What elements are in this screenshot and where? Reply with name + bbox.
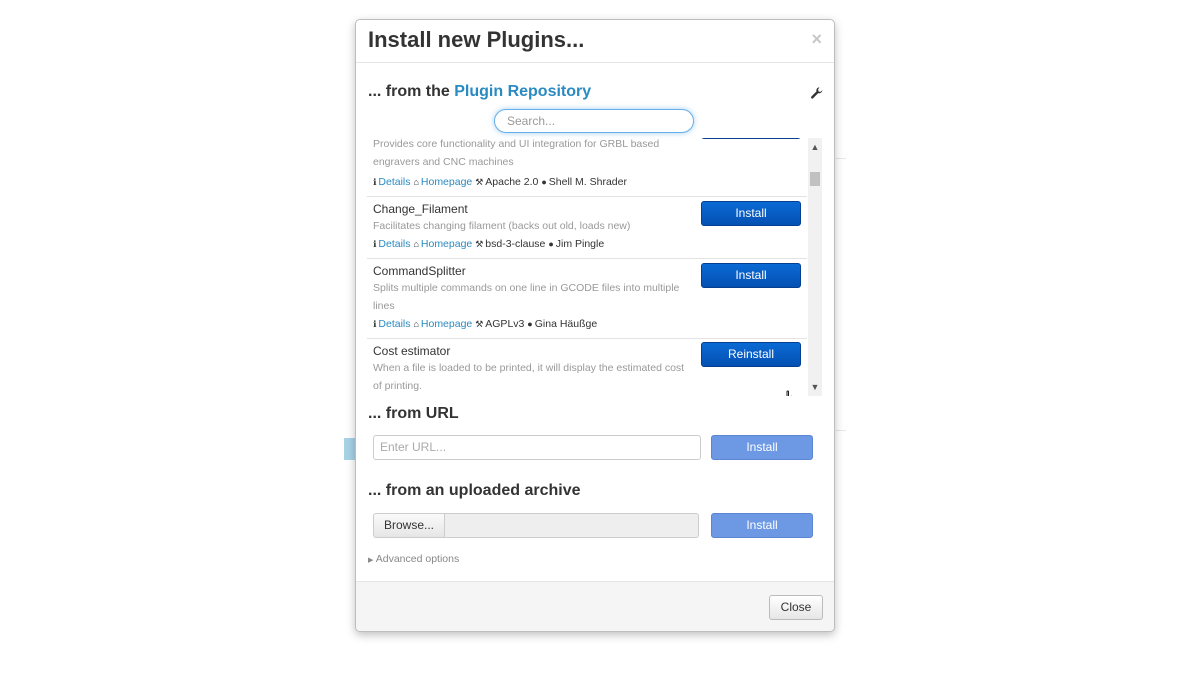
home-icon: ⌂: [413, 177, 419, 187]
dialog-title: Install new Plugins...: [368, 27, 585, 52]
home-icon: ⌂: [413, 239, 419, 249]
homepage-link[interactable]: Homepage: [421, 238, 472, 250]
license-text: Apache 2.0: [485, 176, 539, 188]
install-from-archive-button[interactable]: Install: [711, 513, 813, 538]
caret-right-icon: ▶: [368, 557, 374, 564]
author-text: Gina Häußge: [534, 318, 598, 330]
file-path-field[interactable]: [445, 513, 699, 538]
plugin-list-scrollbar[interactable]: ▲ ▼: [808, 138, 822, 396]
user-icon: ●: [548, 239, 554, 249]
close-icon[interactable]: ×: [811, 30, 822, 48]
scrollbar-thumb[interactable]: [810, 172, 820, 186]
wrench-icon[interactable]: [810, 86, 824, 100]
plugin-name: CommandSplitter: [373, 264, 466, 278]
plugin-meta: ℹ Details ⌂ Homepage ⚒ Apache 2.0 ● Shell M.…: [373, 176, 627, 188]
plugin-action-button[interactable]: [701, 138, 801, 139]
browse-button[interactable]: Browse...: [373, 513, 445, 538]
license-text: AGPLv3: [485, 318, 525, 330]
plugin-item: CommandSplitter Splits multiple commands…: [367, 258, 807, 339]
chevron-up-icon[interactable]: ▲: [808, 140, 822, 154]
repository-heading-prefix: ... from the: [368, 83, 455, 100]
plugin-description: Splits multiple commands on one line in …: [373, 282, 680, 312]
author-text: Jim Pingle: [555, 238, 605, 250]
homepage-link[interactable]: Homepage: [421, 318, 472, 330]
repository-heading: ... from the Plugin Repository: [368, 83, 591, 101]
info-icon: ℹ: [373, 239, 377, 249]
dialog-header: Install new Plugins... ×: [356, 20, 834, 63]
gavel-icon: ⚒: [475, 177, 484, 187]
url-heading: ... from URL: [368, 405, 459, 422]
home-icon: ⌂: [413, 319, 419, 329]
install-from-url-button[interactable]: Install: [711, 435, 813, 460]
hand-cursor-icon: [786, 390, 793, 396]
license-text: bsd-3-clause: [485, 238, 546, 250]
background-divider: [836, 158, 846, 159]
install-button[interactable]: Install: [701, 201, 801, 226]
details-link[interactable]: Details: [378, 238, 410, 250]
reinstall-button[interactable]: Reinstall: [701, 342, 801, 367]
plugin-list: Provides core functionality and UI integ…: [367, 138, 807, 396]
plugin-description: Facilitates changing filament (backs out…: [373, 220, 631, 232]
details-link[interactable]: Details: [378, 318, 410, 330]
plugin-list-container: Provides core functionality and UI integ…: [367, 138, 823, 396]
dialog-footer: Close: [356, 581, 834, 631]
plugin-meta: ℹ Details ⌂ Homepage ⚒ AGPLv3 ● Gina Häußge: [373, 318, 597, 330]
advanced-options-label: Advanced options: [375, 553, 460, 565]
install-button[interactable]: Install: [701, 263, 801, 288]
plugin-name: Cost estimator: [373, 344, 451, 358]
homepage-link[interactable]: Homepage: [421, 176, 472, 188]
advanced-options-toggle[interactable]: ▶ Advanced options: [368, 553, 459, 565]
user-icon: ●: [527, 319, 533, 329]
author-text: Shell M. Shrader: [548, 176, 627, 188]
plugin-item: Provides core functionality and UI integ…: [367, 138, 807, 197]
info-icon: ℹ: [373, 319, 377, 329]
close-button[interactable]: Close: [769, 595, 823, 620]
plugin-search-input[interactable]: Search...: [494, 109, 694, 133]
plugin-description: Provides core functionality and UI integ…: [373, 138, 660, 168]
archive-heading: ... from an uploaded archive: [368, 482, 581, 499]
details-link[interactable]: Details: [378, 176, 410, 188]
gavel-icon: ⚒: [475, 319, 484, 329]
plugin-item: Change_Filament Facilitates changing fil…: [367, 196, 807, 259]
plugin-repository-link[interactable]: Plugin Repository: [454, 83, 591, 100]
plugin-description: When a file is loaded to be printed, it …: [373, 362, 685, 392]
info-icon: ℹ: [373, 177, 377, 187]
install-plugins-dialog: Install new Plugins... × ... from the Pl…: [355, 19, 835, 632]
chevron-down-icon[interactable]: ▼: [808, 380, 822, 394]
background-divider: [836, 430, 846, 431]
plugin-item: Cost estimator When a file is loaded to …: [367, 338, 807, 396]
user-icon: ●: [541, 177, 547, 187]
plugin-meta: ℹ Details ⌂ Homepage ⚒ bsd-3-clause ● Jim Pi…: [373, 238, 604, 250]
plugin-name: Change_Filament: [373, 202, 468, 216]
gavel-icon: ⚒: [475, 239, 484, 249]
url-input[interactable]: Enter URL...: [373, 435, 701, 460]
